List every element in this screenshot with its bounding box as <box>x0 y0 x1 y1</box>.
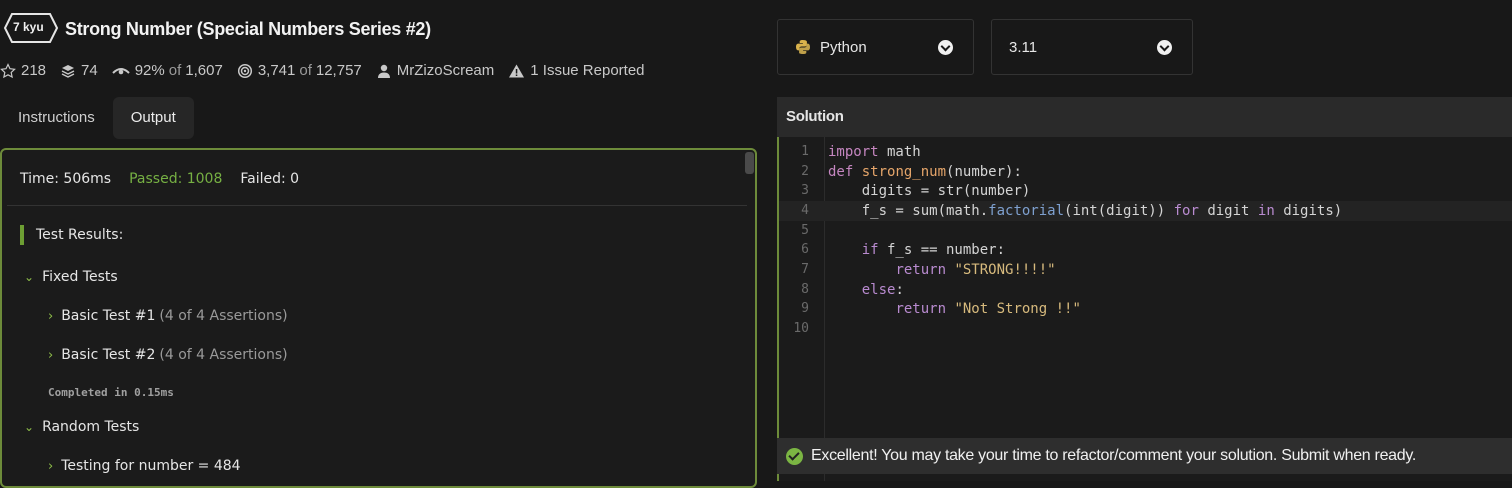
language-select[interactable]: Python <box>777 19 974 75</box>
passed-count: Passed: 1008 <box>129 171 223 187</box>
tab-instructions[interactable]: Instructions <box>0 97 113 139</box>
satisfaction-of: of <box>168 62 182 79</box>
stars-stat[interactable]: 218 <box>0 62 46 79</box>
stars-count: 218 <box>21 62 47 79</box>
test-label: Basic Test #2 <box>61 347 156 363</box>
python-icon <box>796 40 810 54</box>
test-results-heading: Test Results: <box>20 225 123 245</box>
group-fixed-tests[interactable]: ⌄ Fixed Tests <box>24 269 118 285</box>
code-text: else: <box>861 282 904 298</box>
line-number: 10 <box>793 321 809 336</box>
code-line: 1 import math <box>779 142 1512 162</box>
solution-header: Solution <box>777 97 1512 137</box>
check-circle-icon <box>786 447 803 465</box>
line-number: 2 <box>801 164 809 179</box>
test-basic-1[interactable]: › Basic Test #1 (4 of 4 Assertions) <box>48 308 288 324</box>
code-line: 6 if f_s == number: <box>779 240 1512 260</box>
completions-stat: 3,741 of 12,757 <box>237 62 362 79</box>
code-text: return "STRONG!!!!" <box>895 262 1056 278</box>
test-results-label: Test Results: <box>36 227 124 243</box>
output-panel: Time: 506ms Passed: 1008 Failed: 0 Test … <box>0 148 757 488</box>
code-text: import math <box>828 144 921 160</box>
language-value: Python <box>820 38 867 56</box>
test-assertions: (4 of 4 Assertions) <box>159 347 288 363</box>
collections-count: 74 <box>81 62 98 79</box>
test-random-1[interactable]: › Testing for number = 484 <box>48 458 241 474</box>
run-time: Time: 506ms <box>20 171 112 187</box>
chevron-right-icon: › <box>48 458 54 474</box>
banner-text: Excellent! You may take your time to ref… <box>811 447 1417 464</box>
group-label: Random Tests <box>42 419 140 435</box>
eye-icon <box>112 67 130 74</box>
rank-label: 7 kyu <box>13 20 44 34</box>
code-editor[interactable]: 1 import math 2 def strong_num(number): 3 … <box>777 137 1512 481</box>
code-text: return "Not Strong !!" <box>895 301 1081 317</box>
success-banner: Excellent! You may take your time to ref… <box>777 438 1512 474</box>
code-line: 7 return "STRONG!!!!" <box>779 260 1512 280</box>
code-line: 3 digits = str(number) <box>779 181 1512 201</box>
test-label: Testing for number = 484 <box>61 458 241 474</box>
author-name: MrZizoScream <box>396 62 495 79</box>
line-number: 8 <box>801 282 809 297</box>
completed-of: of <box>299 62 312 79</box>
heading-bar <box>20 225 24 245</box>
test-label: Basic Test #1 <box>61 308 156 324</box>
test-basic-2[interactable]: › Basic Test #2 (4 of 4 Assertions) <box>48 347 288 363</box>
satisfaction-stat: 92% of 1,607 <box>112 62 223 79</box>
collections-stat[interactable]: 74 <box>60 62 98 79</box>
line-number: 3 <box>801 183 809 198</box>
kata-title[interactable]: Strong Number (Special Numbers Series #2… <box>65 19 431 40</box>
completed-count: 3,741 <box>257 62 296 79</box>
line-number: 9 <box>801 301 809 316</box>
line-number: 5 <box>801 223 809 238</box>
code-line: 8 else: <box>779 280 1512 300</box>
completed-time: Completed in 0.15ms <box>48 386 174 399</box>
chevron-down-icon: ⌄ <box>24 420 35 434</box>
version-select[interactable]: 3.11 <box>991 19 1193 75</box>
attempted-count: 12,757 <box>315 62 362 79</box>
chevron-right-icon: › <box>48 308 54 324</box>
test-assertions: (4 of 4 Assertions) <box>159 308 288 324</box>
issues-stat[interactable]: 1 Issue Reported <box>508 62 645 79</box>
star-icon <box>0 62 16 78</box>
failed-count: Failed: 0 <box>240 171 300 187</box>
satisfaction-votes: 1,607 <box>185 62 223 79</box>
issues-label: 1 Issue Reported <box>530 62 645 79</box>
code-text: f_s = sum(math.factorial(int(digit)) for… <box>828 203 1343 219</box>
line-number: 7 <box>801 262 809 277</box>
chevron-down-icon: ⌄ <box>24 270 35 284</box>
tab-output[interactable]: Output <box>112 97 194 139</box>
version-value: 3.11 <box>1009 38 1038 56</box>
chevron-right-icon: › <box>48 347 54 363</box>
summary-divider <box>7 205 747 206</box>
line-number: 6 <box>801 242 809 257</box>
rank-badge: 7 kyu <box>3 12 59 44</box>
test-summary: Time: 506ms Passed: 1008 Failed: 0 <box>20 171 317 187</box>
code-line: 9 return "Not Strong !!" <box>779 299 1512 319</box>
target-icon <box>237 63 252 78</box>
warning-icon <box>509 64 525 77</box>
code-line: 5 <box>779 221 1512 241</box>
code-line-active: 4 f_s = sum(math.factorial(int(digit)) f… <box>779 201 1512 221</box>
code-line: 2 def strong_num(number): <box>779 162 1512 182</box>
chevron-down-icon <box>938 40 953 55</box>
user-icon <box>377 64 390 78</box>
group-label: Fixed Tests <box>42 269 118 285</box>
author-stat[interactable]: MrZizoScream <box>376 62 495 79</box>
group-random-tests[interactable]: ⌄ Random Tests <box>24 419 139 435</box>
code-text: def strong_num(number): <box>828 164 1022 180</box>
line-number: 4 <box>801 203 809 218</box>
output-scrollbar[interactable] <box>745 152 754 174</box>
satisfaction-rating: 92% <box>134 62 165 79</box>
layers-icon <box>61 64 75 78</box>
code-text: digits = str(number) <box>828 183 1031 199</box>
code-line: 10 <box>779 319 1512 339</box>
kata-stats: 218 74 92% of 1,607 3,741 of 12,757 MrZi… <box>0 62 659 79</box>
chevron-down-icon <box>1157 40 1172 55</box>
code-text: if f_s == number: <box>861 242 1006 258</box>
line-number: 1 <box>801 144 809 159</box>
tab-bar: Instructions Output <box>0 97 194 139</box>
